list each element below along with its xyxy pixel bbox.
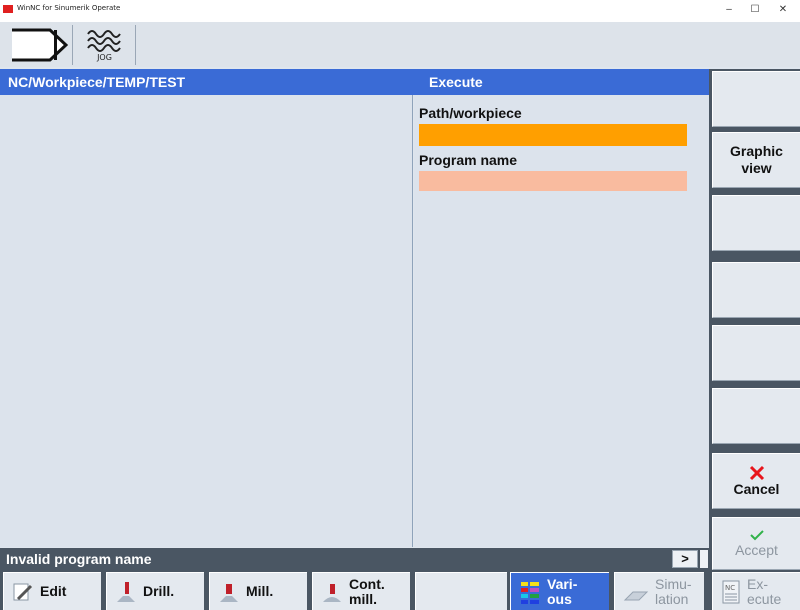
- title-bar: WinNC for Sinumerik Operate – ☐ ✕: [0, 0, 800, 22]
- cancel-softkey[interactable]: Cancel: [712, 453, 800, 509]
- contour-milling-label: Cont. mill.: [349, 575, 385, 607]
- program-name-label: Program name: [419, 152, 518, 168]
- path-workpiece-label: Path/workpiece: [419, 105, 522, 121]
- execute-label: Ex- ecute: [747, 575, 782, 607]
- softkey-v3[interactable]: [712, 195, 800, 251]
- maximize-button[interactable]: ☐: [744, 2, 766, 18]
- status-message: Invalid program name: [6, 551, 152, 567]
- file-browser-pane: [0, 95, 413, 547]
- recall-indicator: [700, 550, 708, 568]
- jog-wave-icon: [87, 30, 121, 52]
- mill-label: Mill.: [246, 583, 274, 599]
- more-softkeys-button[interactable]: >: [672, 550, 698, 568]
- mill-icon: [220, 583, 238, 602]
- softkey-v5[interactable]: [712, 325, 800, 381]
- operating-mode-arrow-icon: [10, 28, 69, 62]
- edit-label: Edit: [40, 583, 67, 599]
- window-title: WinNC for Sinumerik Operate: [17, 4, 121, 12]
- dialog-title: Execute: [413, 69, 709, 95]
- mill-softkey[interactable]: Mill.: [209, 572, 307, 610]
- contour-milling-softkey[interactable]: Cont. mill.: [312, 572, 410, 610]
- path-workpiece-field[interactable]: [419, 124, 687, 146]
- jog-mode-indicator: JOG: [72, 25, 136, 65]
- drill-icon: [117, 581, 135, 602]
- simulation-label: Simu- lation: [655, 575, 692, 607]
- accept-label: Accept: [735, 542, 778, 558]
- simulation-block-icon: [623, 591, 649, 600]
- execute-form: Path/workpiece Program name: [414, 95, 709, 547]
- edit-softkey[interactable]: Edit: [3, 572, 101, 610]
- vertical-softkey-bar: Graphic view Cancel Accept: [709, 69, 800, 570]
- svg-text:NC: NC: [725, 584, 735, 592]
- graphic-view-label: Graphic view: [730, 143, 783, 176]
- program-name-input[interactable]: [419, 171, 687, 191]
- softkey-v1[interactable]: [712, 71, 800, 127]
- status-icon-bar: JOG: [0, 22, 800, 67]
- close-button[interactable]: ✕: [772, 2, 794, 18]
- nc-program-icon: NC: [722, 580, 740, 603]
- pencil-icon: [13, 583, 33, 600]
- minimize-button[interactable]: –: [718, 2, 740, 18]
- cancel-label: Cancel: [733, 480, 780, 497]
- jog-label: JOG: [97, 53, 112, 62]
- softkey-v4[interactable]: [712, 262, 800, 318]
- various-softkey[interactable]: Vari- ous: [510, 572, 609, 610]
- drill-label: Drill.: [143, 583, 175, 599]
- program-path-header: NC/Workpiece/TEMP/TEST: [0, 69, 413, 95]
- graphic-view-softkey[interactable]: Graphic view: [712, 132, 800, 188]
- execute-softkey[interactable]: NC Ex- ecute: [712, 572, 800, 610]
- softkey-h5[interactable]: [415, 572, 507, 610]
- simulation-softkey[interactable]: Simu- lation: [614, 572, 704, 610]
- accept-softkey[interactable]: Accept: [712, 517, 800, 570]
- horizontal-softkey-bar: Edit Drill. Mill. Cont. mill. Vari- ous …: [0, 570, 800, 610]
- softkey-v6[interactable]: [712, 388, 800, 444]
- message-line: Invalid program name >: [0, 548, 709, 570]
- app-logo-icon: [3, 5, 13, 13]
- colored-list-icon: [521, 581, 539, 604]
- app-window: WinNC for Sinumerik Operate – ☐ ✕ JOG NC…: [0, 0, 800, 610]
- drill-softkey[interactable]: Drill.: [106, 572, 204, 610]
- contour-mill-icon: [323, 583, 341, 602]
- checkmark-icon: [749, 530, 764, 541]
- various-label: Vari- ous: [547, 575, 578, 607]
- x-mark-icon: [749, 465, 764, 480]
